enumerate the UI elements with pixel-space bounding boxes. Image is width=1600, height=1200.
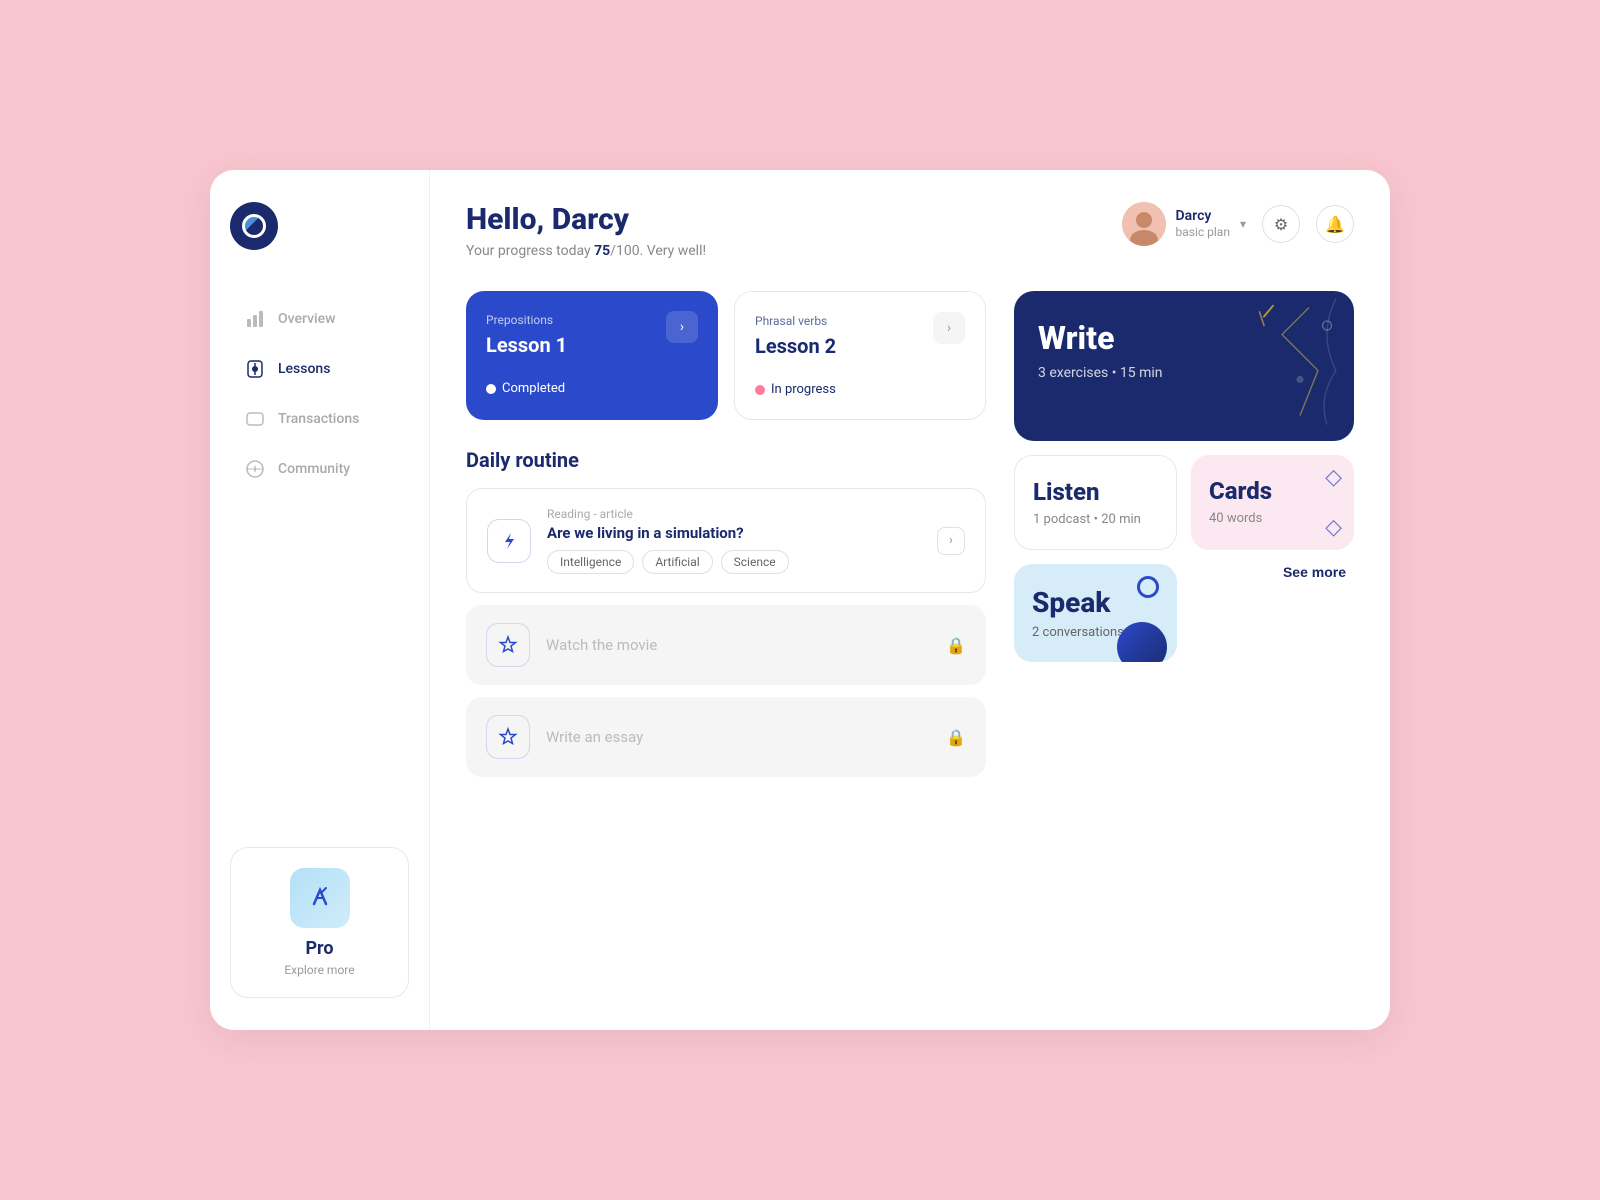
progress-value: 75 xyxy=(594,243,610,259)
user-text: Darcy basic plan xyxy=(1176,207,1230,241)
transactions-icon xyxy=(244,408,266,430)
nav-items: Overview Lessons xyxy=(230,298,409,823)
user-plan: basic plan xyxy=(1176,225,1230,241)
lesson-card-1[interactable]: Prepositions Lesson 1 Completed › xyxy=(466,291,718,420)
cards-title: Cards xyxy=(1209,477,1336,505)
right-panel: Write 3 exercises • 15 min Listen 1 podc… xyxy=(1014,291,1354,789)
pro-sublabel: Explore more xyxy=(247,963,392,977)
greeting-title: Hello, Darcy xyxy=(466,202,706,237)
lock-icon-2: 🔒 xyxy=(946,636,966,655)
star-icon-3 xyxy=(486,715,530,759)
settings-button[interactable]: ⚙ xyxy=(1262,205,1300,243)
sidebar-item-label: Community xyxy=(278,461,350,477)
small-cards-row: Listen 1 podcast • 20 min ◇ Cards 40 wor… xyxy=(1014,455,1354,550)
bolt-icon xyxy=(487,519,531,563)
write-card[interactable]: Write 3 exercises • 15 min xyxy=(1014,291,1354,441)
tag-intelligence: Intelligence xyxy=(547,550,634,574)
notifications-button[interactable]: 🔔 xyxy=(1316,205,1354,243)
listen-title: Listen xyxy=(1033,478,1158,506)
pro-icon xyxy=(290,868,350,928)
pro-upgrade-card[interactable]: Pro Explore more xyxy=(230,847,409,998)
routine-item-3-title: Write an essay xyxy=(546,728,930,746)
left-column: Prepositions Lesson 1 Completed › Phrasa… xyxy=(466,291,986,789)
sidebar-item-lessons[interactable]: Lessons xyxy=(230,348,409,390)
sidebar-item-label: Transactions xyxy=(278,411,359,427)
header-left: Hello, Darcy Your progress today 75/100.… xyxy=(466,202,706,259)
settings-icon: ⚙ xyxy=(1274,215,1288,234)
routine-item-3: Write an essay 🔒 xyxy=(466,697,986,777)
diamond-bottom-icon: ◇ xyxy=(1325,515,1342,540)
diamond-top-icon: ◇ xyxy=(1325,465,1342,490)
speak-card[interactable]: Speak 2 conversations xyxy=(1014,564,1177,662)
header: Hello, Darcy Your progress today 75/100.… xyxy=(466,202,1354,259)
status-dot-in-progress xyxy=(755,385,765,395)
routine-item-2: Watch the movie 🔒 xyxy=(466,605,986,685)
listen-detail: 1 podcast • 20 min xyxy=(1033,512,1158,527)
see-more-wrap: See more xyxy=(1191,564,1354,580)
user-profile[interactable]: Darcy basic plan ▾ xyxy=(1122,202,1246,246)
app-container: Overview Lessons xyxy=(210,170,1390,1030)
star-icon-2 xyxy=(486,623,530,667)
sidebar-item-label: Overview xyxy=(278,311,335,327)
lesson1-arrow: › xyxy=(666,311,698,343)
routine-item-2-content: Watch the movie xyxy=(546,636,930,654)
see-more-button[interactable]: See more xyxy=(1283,564,1346,580)
routine-item-1-type: Reading - article xyxy=(547,507,921,521)
main-content: Hello, Darcy Your progress today 75/100.… xyxy=(430,170,1390,1030)
speak-avatar-peek xyxy=(1117,622,1167,662)
logo-icon xyxy=(242,214,266,238)
write-title: Write xyxy=(1038,319,1330,357)
status-dot-completed xyxy=(486,384,496,394)
lessons-icon xyxy=(244,358,266,380)
lesson2-arrow: › xyxy=(933,312,965,344)
routine-item-1-title: Are we living in a simulation? xyxy=(547,524,921,542)
header-right: Darcy basic plan ▾ ⚙ 🔔 xyxy=(1122,202,1354,246)
routine-item-1-arrow: › xyxy=(937,527,965,555)
lock-icon-3: 🔒 xyxy=(946,728,966,747)
tag-science: Science xyxy=(721,550,789,574)
write-detail: 3 exercises • 15 min xyxy=(1038,365,1330,381)
sidebar-item-label: Lessons xyxy=(278,361,330,377)
routine-item-3-content: Write an essay xyxy=(546,728,930,746)
bar-chart-icon xyxy=(244,308,266,330)
lessons-row: Prepositions Lesson 1 Completed › Phrasa… xyxy=(466,291,986,420)
sidebar-item-transactions[interactable]: Transactions xyxy=(230,398,409,440)
speak-row: Speak 2 conversations See more xyxy=(1014,564,1354,662)
tag-artificial: Artificial xyxy=(642,550,712,574)
routine-item-1[interactable]: Reading - article Are we living in a sim… xyxy=(466,488,986,593)
lesson-card-2[interactable]: Phrasal verbs Lesson 2 In progress › xyxy=(734,291,986,420)
chevron-down-icon: ▾ xyxy=(1240,217,1246,231)
routine-item-1-content: Reading - article Are we living in a sim… xyxy=(547,507,921,574)
user-name: Darcy xyxy=(1176,207,1230,225)
routine-item-2-title: Watch the movie xyxy=(546,636,930,654)
content-grid: Prepositions Lesson 1 Completed › Phrasa… xyxy=(466,291,1354,789)
sidebar-item-overview[interactable]: Overview xyxy=(230,298,409,340)
routine-item-1-tags: Intelligence Artificial Science xyxy=(547,550,921,574)
community-icon xyxy=(244,458,266,480)
logo xyxy=(230,202,278,250)
listen-card[interactable]: Listen 1 podcast • 20 min xyxy=(1014,455,1177,550)
section-title-daily-routine: Daily routine xyxy=(466,448,986,472)
daily-routine-section: Daily routine Reading - article Are we l… xyxy=(466,448,986,777)
pro-label: Pro xyxy=(247,938,392,959)
sidebar: Overview Lessons xyxy=(210,170,430,1030)
sidebar-item-community[interactable]: Community xyxy=(230,448,409,490)
lesson1-status: Completed xyxy=(486,381,698,396)
bell-icon: 🔔 xyxy=(1325,215,1345,234)
speak-circle-icon xyxy=(1137,576,1159,598)
cards-detail: 40 words xyxy=(1209,511,1336,526)
lesson2-status: In progress xyxy=(755,382,965,397)
pro-icon-wrap xyxy=(290,868,350,928)
cards-card[interactable]: ◇ Cards 40 words ◇ xyxy=(1191,455,1354,550)
avatar xyxy=(1122,202,1166,246)
progress-text: Your progress today 75/100. Very well! xyxy=(466,243,706,259)
